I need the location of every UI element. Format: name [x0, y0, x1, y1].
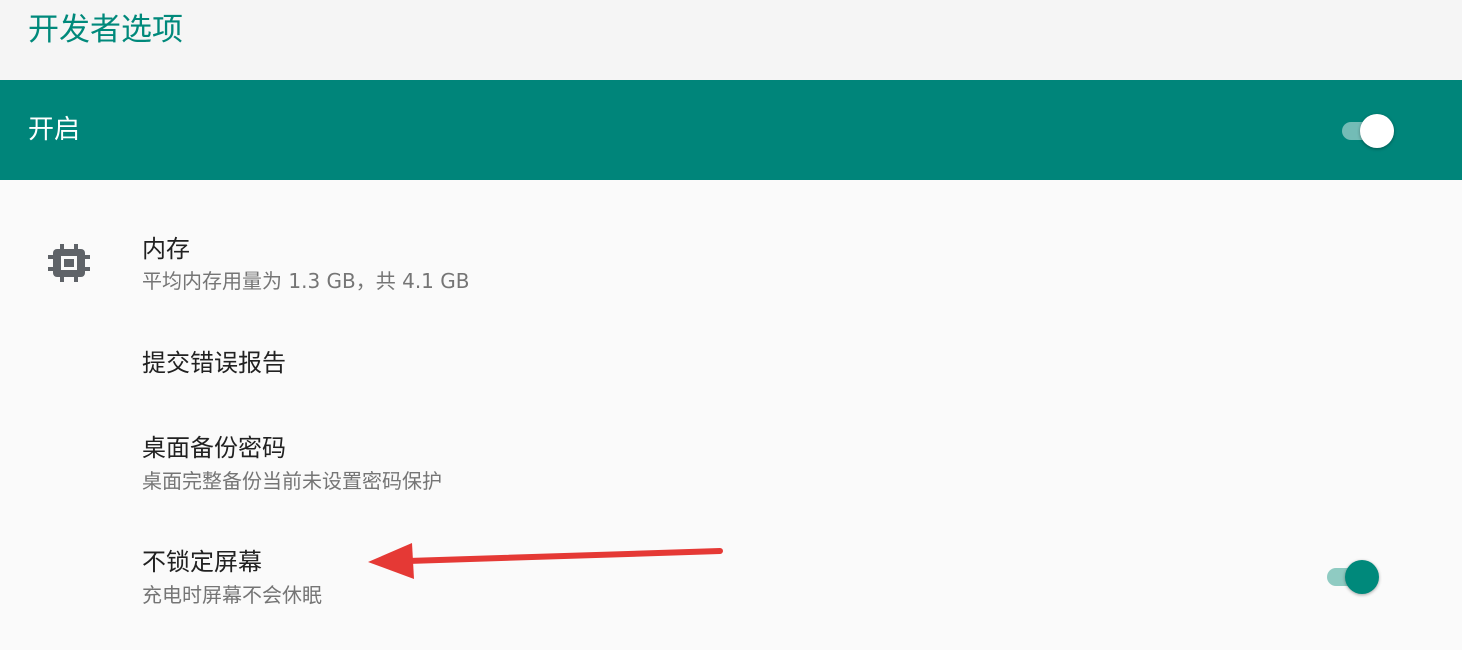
- pref-bug-report-title: 提交错误报告: [142, 349, 286, 377]
- pref-memory[interactable]: 内存 平均内存用量为 1.3 GB，共 4.1 GB: [0, 190, 1462, 318]
- pref-stay-awake[interactable]: 不锁定屏幕 充电时屏幕不会休眠: [0, 518, 1462, 638]
- pref-memory-title: 内存: [142, 235, 190, 263]
- app-bar: 开发者选项: [0, 0, 1462, 80]
- memory-chip-icon: [48, 244, 90, 282]
- stay-awake-toggle-switch[interactable]: [1325, 560, 1381, 594]
- pref-backup-password-summary: 桌面完整备份当前未设置密码保护: [142, 469, 442, 493]
- pref-stay-awake-summary: 充电时屏幕不会休眠: [142, 583, 322, 607]
- master-switch-label: 开启: [28, 115, 81, 145]
- pref-memory-summary: 平均内存用量为 1.3 GB，共 4.1 GB: [142, 269, 470, 293]
- master-switch-bar[interactable]: 开启: [0, 80, 1462, 180]
- page-title: 开发者选项: [28, 12, 183, 48]
- pref-bug-report[interactable]: 提交错误报告: [0, 318, 1462, 408]
- master-toggle-thumb: [1360, 114, 1394, 148]
- pref-stay-awake-title: 不锁定屏幕: [142, 548, 262, 576]
- pref-backup-password-title: 桌面备份密码: [142, 434, 286, 462]
- master-toggle-switch[interactable]: [1340, 114, 1396, 148]
- annotation-arrow-icon: [368, 543, 723, 579]
- stay-awake-toggle-thumb: [1345, 560, 1379, 594]
- pref-backup-password[interactable]: 桌面备份密码 桌面完整备份当前未设置密码保护: [0, 408, 1462, 518]
